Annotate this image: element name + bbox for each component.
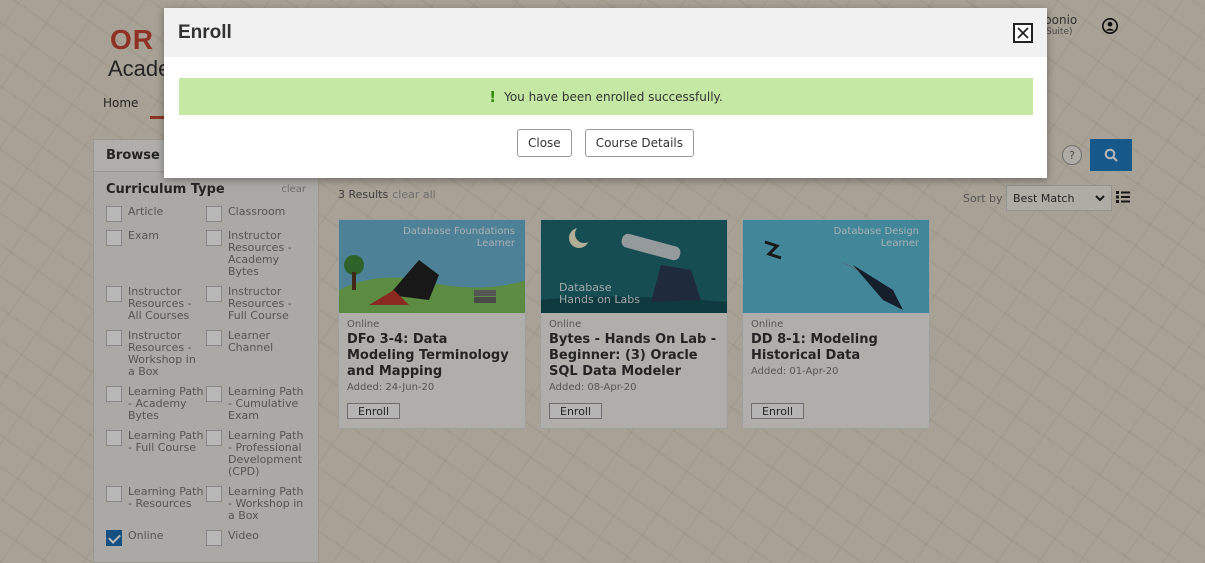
course-details-button[interactable]: Course Details — [584, 129, 694, 157]
modal-title: Enroll — [178, 21, 232, 43]
alert-exclamation-icon: ! — [489, 87, 497, 106]
modal-actions: Close Course Details — [164, 129, 1047, 157]
alert-message: You have been enrolled successfully. — [504, 89, 723, 104]
close-x-icon — [1017, 26, 1029, 39]
success-alert: ! You have been enrolled successfully. — [179, 78, 1033, 115]
close-button[interactable]: Close — [516, 129, 572, 157]
close-x-button[interactable] — [1013, 22, 1033, 43]
enroll-modal: Enroll ! You have been enrolled successf… — [164, 8, 1047, 178]
modal-header: Enroll — [164, 8, 1047, 57]
